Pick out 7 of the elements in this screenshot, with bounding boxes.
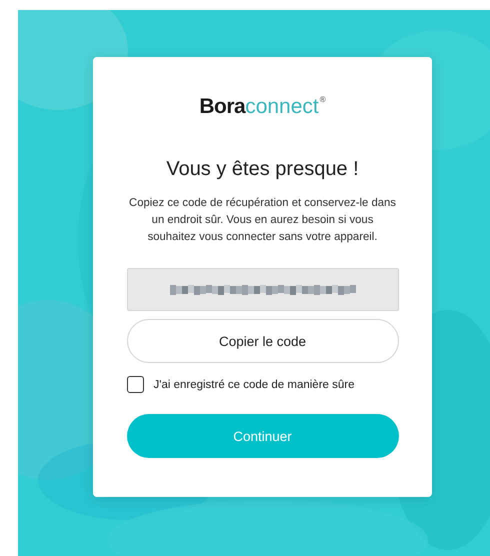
checkbox-label: J'ai enregistré ce code de manière sûre [154,378,354,390]
checkbox[interactable] [126,376,144,393]
instruction-text: Copiez ce code de récupération et conservez-le dans un endroit sûr. Vous en aurez besoin si vous souhaitez vous connecter sans votre appareil. [128,196,397,245]
brand-logo: Boraconnect® [199,95,326,119]
recovery-code-field[interactable] [126,268,398,311]
page-title: Vous y êtes presque ! [166,157,359,182]
copy-code-button[interactable]: Copier le code [126,319,398,363]
